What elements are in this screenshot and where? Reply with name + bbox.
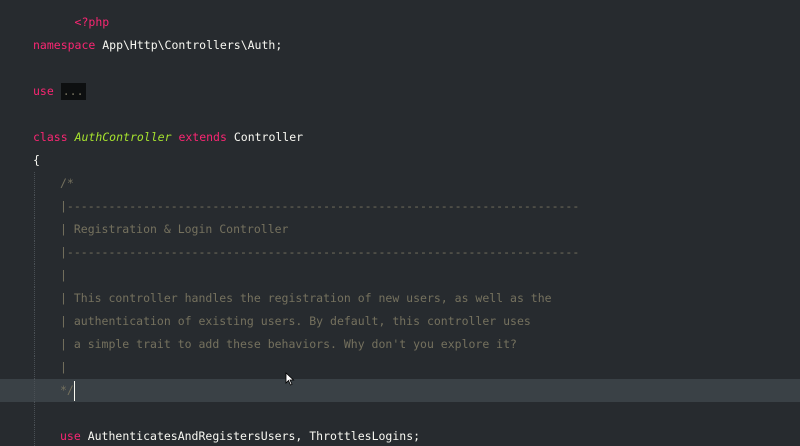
comment-description: | This controller handles the registrati… <box>60 291 552 305</box>
indent-guide <box>34 425 35 446</box>
indent-guide <box>34 172 35 195</box>
use-keyword: use <box>33 84 54 98</box>
code-line[interactable] <box>0 402 800 425</box>
code-line[interactable]: namespace App\Http\Controllers\Auth; <box>0 34 800 57</box>
comment-open: /* <box>60 176 74 190</box>
code-line[interactable]: use ... <box>0 80 800 103</box>
ibeam-cursor-icon <box>285 372 295 386</box>
namespace-path: App\Http\Controllers\Auth; <box>95 38 283 52</box>
indent-guide <box>34 356 35 379</box>
code-line[interactable]: /* <box>0 172 800 195</box>
code-line[interactable] <box>0 11 800 34</box>
indent-guide <box>34 241 35 264</box>
trait-names: AuthenticatesAndRegistersUsers, Throttle… <box>80 429 421 443</box>
code-line[interactable]: | Registration & Login Controller <box>0 218 800 241</box>
extends-keyword: extends <box>178 130 227 144</box>
comment-description: | a simple trait to add these behaviors.… <box>60 337 517 351</box>
code-line[interactable]: { <box>0 149 800 172</box>
code-line[interactable]: use AuthenticatesAndRegistersUsers, Thro… <box>0 425 800 446</box>
comment-blank: | <box>60 360 67 374</box>
indent-guide <box>34 218 35 241</box>
parent-class-name: Controller <box>233 130 304 144</box>
code-line[interactable] <box>0 103 800 126</box>
indent-guide <box>34 195 35 218</box>
comment-title: | Registration & Login Controller <box>60 222 289 236</box>
namespace-keyword: namespace <box>33 38 96 52</box>
indent-guide <box>34 333 35 356</box>
comment-rule: |---------------------------------------… <box>60 199 580 213</box>
comment-close: */ <box>60 383 74 397</box>
indent-guide <box>34 287 35 310</box>
comment-description: | authentication of existing users. By d… <box>60 314 531 328</box>
current-code-line[interactable]: */ <box>0 379 800 402</box>
indent-guide <box>34 310 35 333</box>
code-line[interactable]: |---------------------------------------… <box>0 195 800 218</box>
code-line[interactable]: class AuthController extends Controller <box>0 126 800 149</box>
trait-use-keyword: use <box>60 429 81 443</box>
code-line[interactable]: |---------------------------------------… <box>0 241 800 264</box>
indent-guide <box>34 402 35 425</box>
code-lines: <?php namespace App\Http\Controllers\Aut… <box>0 0 800 446</box>
open-brace: { <box>33 153 40 167</box>
comment-blank: | <box>60 268 67 282</box>
comment-rule: |---------------------------------------… <box>60 245 580 259</box>
class-name: AuthController <box>74 130 172 144</box>
code-line[interactable]: | This controller handles the registrati… <box>0 287 800 310</box>
code-editor[interactable]: <?php namespace App\Http\Controllers\Aut… <box>0 0 800 446</box>
indent-guide <box>34 264 35 287</box>
code-line[interactable]: | <box>0 264 800 287</box>
folded-imports-toggle[interactable]: ... <box>60 83 86 100</box>
text-caret <box>73 380 75 401</box>
class-keyword: class <box>33 130 68 144</box>
indent-guide <box>34 379 35 402</box>
code-line[interactable] <box>0 57 800 80</box>
code-line[interactable]: | <box>0 356 800 379</box>
code-line[interactable]: | authentication of existing users. By d… <box>0 310 800 333</box>
code-line[interactable]: <?php <box>0 0 800 29</box>
code-line[interactable]: | a simple trait to add these behaviors.… <box>0 333 800 356</box>
